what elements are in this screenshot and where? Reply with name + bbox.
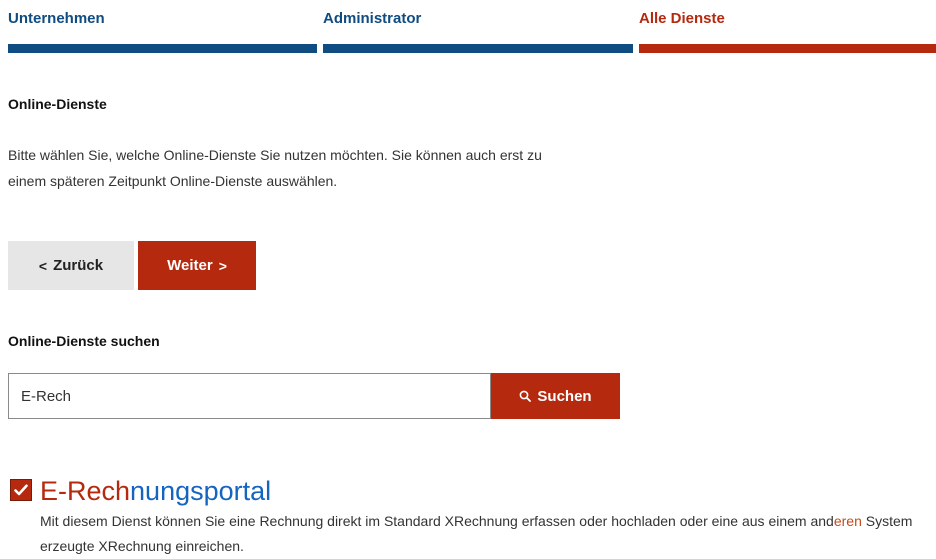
next-button-label: Weiter (167, 257, 213, 274)
step-label: Alle Dienste (639, 10, 725, 27)
search-match-highlight: eren (833, 513, 862, 529)
checkmark-icon (14, 484, 28, 496)
search-button-label: Suchen (537, 387, 592, 405)
step-alle-dienste: Alle Dienste (639, 0, 936, 60)
chevron-left-icon: < (38, 257, 48, 274)
step-progress-bar (8, 44, 317, 53)
search-match-highlight: E-Rech (40, 476, 131, 506)
section-title: Online-Dienste (8, 96, 107, 112)
search-icon (520, 390, 532, 402)
step-label: Unternehmen (8, 10, 105, 27)
service-checkbox[interactable] (10, 479, 32, 501)
step-progress-bar (323, 44, 633, 53)
intro-text: Bitte wählen Sie, welche Online-Dienste … (8, 147, 542, 189)
back-button[interactable]: < Zurück (8, 241, 134, 290)
search-button[interactable]: Suchen (491, 373, 620, 419)
description-text: Mit diesem Dienst können Sie eine Rechnu… (40, 513, 834, 529)
service-title[interactable]: E-Rechnungsportal (40, 474, 271, 508)
service-description: Mit diesem Dienst können Sie eine Rechnu… (40, 509, 930, 559)
search-input[interactable] (8, 373, 491, 419)
search-heading: Online-Dienste suchen (8, 333, 160, 349)
chevron-right-icon: > (218, 257, 227, 274)
back-button-label: Zurück (53, 257, 104, 274)
step-progress-bar (639, 44, 936, 53)
step-administrator: Administrator (323, 0, 633, 60)
step-unternehmen: Unternehmen (8, 0, 317, 60)
progress-steps: Unternehmen Administrator Alle Dienste (8, 0, 936, 60)
service-title-rest: nungsportal (130, 476, 272, 506)
step-label: Administrator (323, 10, 422, 27)
next-button[interactable]: Weiter > (138, 241, 256, 290)
